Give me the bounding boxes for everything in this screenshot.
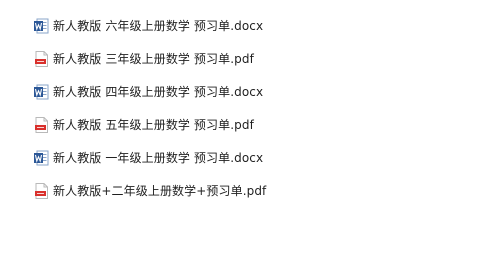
file-name: 新人教版 四年级上册数学 预习单.docx — [53, 84, 264, 99]
file-item-pdf-grade5[interactable]: 新人教版 五年级上册数学 预习单.pdf — [34, 108, 464, 141]
word-doc-icon — [34, 84, 49, 100]
file-item-pdf-grade3[interactable]: 新人教版 三年级上册数学 预习单.pdf — [34, 42, 464, 75]
pdf-icon — [34, 116, 49, 133]
word-doc-icon — [34, 150, 49, 166]
file-list: 新人教版 六年级上册数学 预习单.docx 新人教版 三年级上册数学 预习单.p… — [34, 9, 464, 207]
word-doc-icon — [34, 18, 49, 34]
file-name: 新人教版+二年级上册数学+预习单.pdf — [53, 183, 267, 198]
pdf-icon — [34, 50, 49, 67]
file-item-docx-grade1[interactable]: 新人教版 一年级上册数学 预习单.docx — [34, 141, 464, 174]
file-item-pdf-grade2[interactable]: 新人教版+二年级上册数学+预习单.pdf — [34, 174, 464, 207]
file-item-docx-grade4[interactable]: 新人教版 四年级上册数学 预习单.docx — [34, 75, 464, 108]
file-name: 新人教版 三年级上册数学 预习单.pdf — [53, 51, 254, 66]
pdf-icon — [34, 182, 49, 199]
file-name: 新人教版 一年级上册数学 预习单.docx — [53, 150, 264, 165]
file-name: 新人教版 六年级上册数学 预习单.docx — [53, 18, 264, 33]
file-name: 新人教版 五年级上册数学 预习单.pdf — [53, 117, 254, 132]
file-item-docx-grade6[interactable]: 新人教版 六年级上册数学 预习单.docx — [34, 9, 464, 42]
